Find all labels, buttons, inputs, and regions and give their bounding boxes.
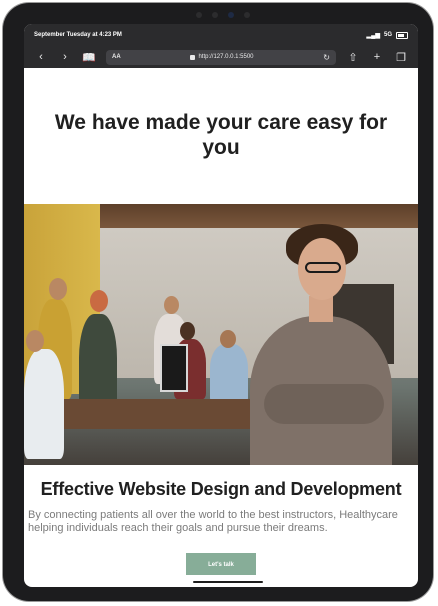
sensor-dot <box>196 12 202 18</box>
photo-woman-arms <box>264 384 384 424</box>
tablet-frame: September Tuesday at 4:23 PM ▂▄▆ 5G ‹ › … <box>3 3 433 601</box>
hero-photo <box>24 204 418 465</box>
address-bar[interactable]: AA http://127.0.0.1:5500 ↻ <box>106 49 336 65</box>
browser-toolbar: ‹ › 📖 AA http://127.0.0.1:5500 ↻ ⇧ + ❐ <box>24 46 418 68</box>
reload-icon[interactable]: ↻ <box>323 53 330 62</box>
photo-person <box>24 349 64 459</box>
photo-head <box>164 296 179 314</box>
screen: September Tuesday at 4:23 PM ▂▄▆ 5G ‹ › … <box>24 24 418 587</box>
sensor-dot <box>244 12 250 18</box>
signal-icon: ▂▄▆ <box>366 32 380 39</box>
tabs-icon[interactable]: ❐ <box>394 51 408 64</box>
chevron-left-icon[interactable]: ‹ <box>34 51 48 63</box>
url-display[interactable]: http://127.0.0.1:5500 <box>190 54 254 60</box>
hero-title: We have made your care easy for you <box>54 111 388 159</box>
reader-aa-button[interactable]: AA <box>112 54 121 60</box>
camera-bar <box>188 11 258 19</box>
cta-wrapper: Let's talk <box>24 552 418 575</box>
book-icon[interactable]: 📖 <box>82 51 96 64</box>
sensor-dot <box>212 12 218 18</box>
section-title: Effective Website Design and Development <box>40 479 402 499</box>
plus-icon[interactable]: + <box>370 51 384 63</box>
photo-head <box>90 290 108 312</box>
status-indicators: ▂▄▆ 5G <box>366 31 408 39</box>
section-description: By connecting patients all over the worl… <box>28 509 398 535</box>
lock-icon <box>190 54 196 60</box>
camera-icon <box>228 12 234 18</box>
photo-head <box>220 330 236 348</box>
status-datetime: September Tuesday at 4:23 PM <box>34 32 122 38</box>
url-text: http://127.0.0.1:5500 <box>198 54 254 60</box>
home-indicator[interactable] <box>193 581 263 583</box>
photo-monitor <box>160 344 188 392</box>
photo-head <box>49 278 67 300</box>
status-bar: September Tuesday at 4:23 PM ▂▄▆ 5G <box>24 24 418 46</box>
lets-talk-button[interactable]: Let's talk <box>186 552 256 575</box>
photo-person <box>210 344 248 404</box>
share-icon[interactable]: ⇧ <box>346 51 360 64</box>
photo-glasses <box>305 262 341 273</box>
battery-icon <box>396 31 408 39</box>
photo-head <box>26 330 44 352</box>
chevron-right-icon[interactable]: › <box>58 51 72 63</box>
photo-head <box>180 322 195 340</box>
network-label: 5G <box>383 32 392 38</box>
